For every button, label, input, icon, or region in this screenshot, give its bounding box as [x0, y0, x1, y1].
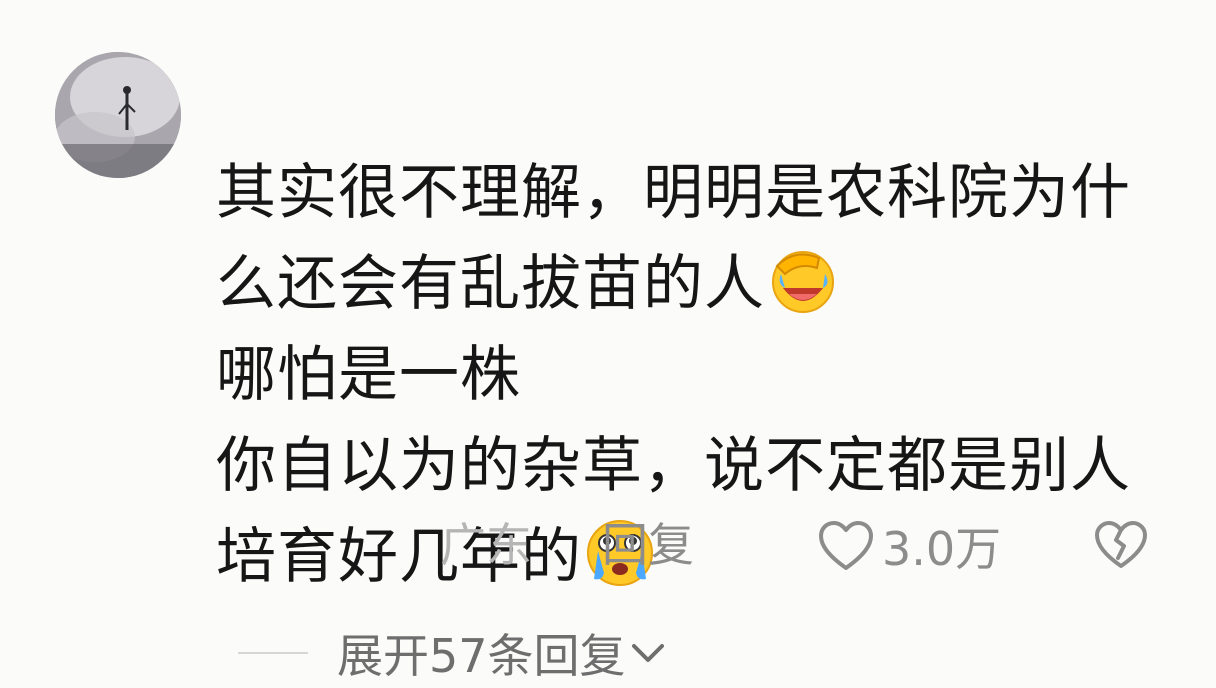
comment-line-2-part-1: 么还会有乱拔苗的人 [216, 249, 765, 319]
broken-heart-icon [1095, 521, 1147, 568]
heart-outline-icon [819, 521, 873, 570]
expand-replies-label: 展开57条回复 [337, 629, 626, 683]
chevron-down-icon [631, 644, 664, 662]
avatar[interactable] [55, 52, 181, 178]
comment-line-1: 其实很不理解，明明是农科院为什 [216, 158, 1131, 228]
location-label: 广东 [440, 518, 532, 572]
facepalm-laugh-emoji-icon [767, 244, 839, 316]
comment-meta-row: 广东 回复 3.0万 [0, 512, 1216, 582]
like-count: 3.0万 [882, 522, 1002, 576]
expand-replies-button[interactable]: 展开57条回复 [337, 622, 666, 684]
divider-line [238, 652, 308, 654]
avatar-image [55, 52, 181, 178]
expand-replies-row: 展开57条回复 [0, 622, 1216, 688]
like-button[interactable]: 3.0万 [818, 516, 1001, 576]
comment-line-3-part-1: 哪怕是一株 [216, 340, 521, 410]
dislike-button[interactable] [1094, 520, 1148, 570]
reply-button[interactable]: 回复 [602, 512, 694, 578]
comment-line-4: 你自以为的杂草，说不定都是别人 [216, 431, 1131, 501]
comment-line-2: 么还会有乱拔苗的人 [216, 239, 1176, 330]
comment-line-3: 哪怕是一株 [216, 330, 1176, 421]
